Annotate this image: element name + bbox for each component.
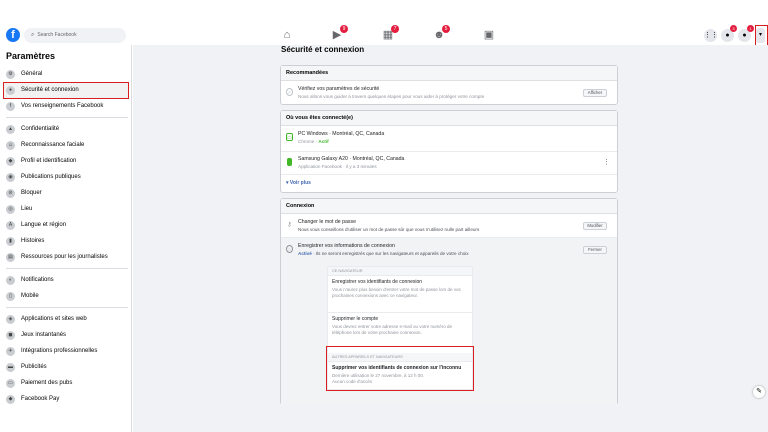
modify-button[interactable]: Modifier [583, 222, 607, 230]
groups-badge: 5 [442, 25, 450, 33]
facebook-icon: f [6, 101, 15, 111]
sidebar-title: Paramètres [6, 51, 56, 61]
gaming-icon[interactable]: ▣ [482, 29, 496, 42]
integrations-icon: ✈ [6, 346, 15, 356]
shield-icon: ● [6, 85, 15, 95]
sidebar-item-mobile[interactable]: ▯ Mobile [4, 289, 128, 303]
sidebar-divider [6, 117, 128, 118]
sidebar-item-ad-payments[interactable]: ▭ Paiement des pubs [4, 376, 128, 390]
menu-grid-icon[interactable]: ⋮⋮ [704, 29, 718, 42]
messenger-icon[interactable]: ● 3 [721, 25, 737, 42]
ads-icon: ▬ [6, 362, 15, 372]
mobile-icon: ▯ [6, 291, 15, 301]
top-navigation-bar: f ⌕ Search Facebook ⌂ ▶ 9 ▦ 7 ☻ 5 ▣ ⋮⋮ ● 3 ● 1… [0, 0, 768, 46]
save-credentials-option[interactable]: Enregistrer vos identifiants de connexio… [328, 276, 472, 312]
journalist-icon: ▤ [6, 252, 15, 262]
enabled-status: Activé [298, 251, 312, 256]
sidebar-item-location[interactable]: ◎ Lieu [4, 202, 128, 216]
new-message-button[interactable]: ✎ [753, 386, 765, 398]
save-login-icon: ◌ [286, 245, 293, 253]
games-icon: ◼ [6, 330, 15, 340]
where-logged-in-header: Où vous êtes connecté(e) [281, 111, 617, 126]
sidebar-item-notifications[interactable]: ◐ Notifications [4, 273, 128, 287]
compose-icon: ✎ [756, 388, 762, 395]
other-devices-highlight [326, 346, 474, 391]
watch-icon[interactable]: ▶ 9 [330, 25, 348, 42]
check-icon: ✓ [286, 88, 293, 96]
where-logged-in-card: Où vous êtes connecté(e) ▭ PC Windows · … [280, 110, 618, 193]
notifications-icon[interactable]: ● 1 [738, 25, 754, 42]
mobile-device-icon [287, 158, 292, 166]
close-button[interactable]: Fermer [583, 246, 607, 254]
book-icon: ▮ [6, 236, 15, 246]
this-browser-label: CE NAVIGATEUR [328, 267, 472, 276]
sidebar-item-language[interactable]: A Langue et région [4, 218, 128, 232]
see-more-link[interactable]: ▾ Voir plus [286, 180, 612, 186]
marketplace-badge: 7 [391, 25, 399, 33]
gear-icon: ⚙ [6, 69, 15, 79]
sidebar-item-blocking[interactable]: ⊘ Bloquer [4, 186, 128, 200]
recommended-card: Recommandées ✓ Vérifiez vos paramètres d… [280, 65, 618, 105]
location-icon: ◎ [6, 204, 15, 214]
sidebar-divider [6, 268, 128, 269]
sidebar-item-face-recognition[interactable]: ☺ Reconnaissance faciale [4, 138, 128, 152]
sidebar-item-privacy[interactable]: ▲ Confidentialité [4, 122, 128, 136]
sidebar-item-general[interactable]: ⚙ Général [4, 67, 128, 81]
messenger-badge: 3 [730, 25, 737, 32]
chevron-down-icon: ▾ [756, 28, 765, 43]
row-divider [281, 151, 617, 152]
active-status: Actif [318, 139, 329, 144]
search-placeholder: Search Facebook [37, 32, 77, 38]
sidebar-item-profile-tagging[interactable]: ◆ Profil et identification [4, 154, 128, 168]
payment-icon: ▭ [6, 378, 15, 388]
sidebar-item-business-integrations[interactable]: ✈ Intégrations professionnelles [4, 344, 128, 358]
sidebar-item-stories[interactable]: ▮ Histoires [4, 234, 128, 248]
settings-sidebar: Paramètres ⚙ Général ● Sécurité et connexi… [0, 45, 132, 432]
globe-icon: ◉ [6, 172, 15, 182]
lock-icon: ▲ [6, 124, 15, 134]
sidebar-divider [6, 307, 128, 308]
language-icon: A [6, 220, 15, 230]
login-header: Connexion [281, 199, 617, 214]
page-title: Sécurité et connexion [281, 45, 365, 54]
pay-icon: ◆ [6, 394, 15, 404]
groups-icon[interactable]: ☻ 5 [432, 25, 450, 42]
marketplace-icon[interactable]: ▦ 7 [381, 25, 399, 42]
key-icon: ⚷ [287, 222, 292, 228]
sidebar-item-ads[interactable]: ▬ Publicités [4, 360, 128, 374]
search-icon: ⌕ [31, 32, 35, 38]
sidebar-item-facebook-pay[interactable]: ◆ Facebook Pay [4, 392, 128, 406]
row-divider [281, 174, 617, 175]
tag-icon: ◆ [6, 156, 15, 166]
face-icon: ☺ [6, 140, 15, 150]
globe-bell-icon: ◐ [6, 275, 15, 285]
apps-icon: ◈ [6, 314, 15, 324]
home-icon[interactable]: ⌂ [280, 29, 294, 42]
show-button[interactable]: Afficher [583, 89, 607, 97]
settings-main-panel: Sécurité et connexion Recommandées ✓ Vér… [133, 45, 768, 432]
sidebar-item-public-posts[interactable]: ◉ Publications publiques [4, 170, 128, 184]
recommended-header: Recommandées [281, 66, 617, 81]
sidebar-item-instant-games[interactable]: ◼ Jeux instantanés [4, 328, 128, 342]
block-icon: ⊘ [6, 188, 15, 198]
sidebar-item-your-information[interactable]: f Vos renseignements Facebook [4, 99, 128, 113]
desktop-icon: ▭ [286, 133, 293, 141]
sidebar-item-security[interactable]: ● Sécurité et connexion [4, 83, 128, 97]
facebook-logo[interactable]: f [6, 28, 20, 42]
sidebar-item-journalist-resources[interactable]: ▤ Ressources pour les journalistes [4, 250, 128, 264]
search-input[interactable]: ⌕ Search Facebook [24, 28, 126, 43]
more-options-icon[interactable]: ⋮ [603, 158, 610, 166]
notifications-badge: 1 [747, 25, 754, 32]
account-menu-button[interactable]: ▾ [755, 25, 768, 46]
sidebar-item-apps-websites[interactable]: ◈ Applications et sites web [4, 312, 128, 326]
watch-badge: 9 [340, 25, 348, 33]
